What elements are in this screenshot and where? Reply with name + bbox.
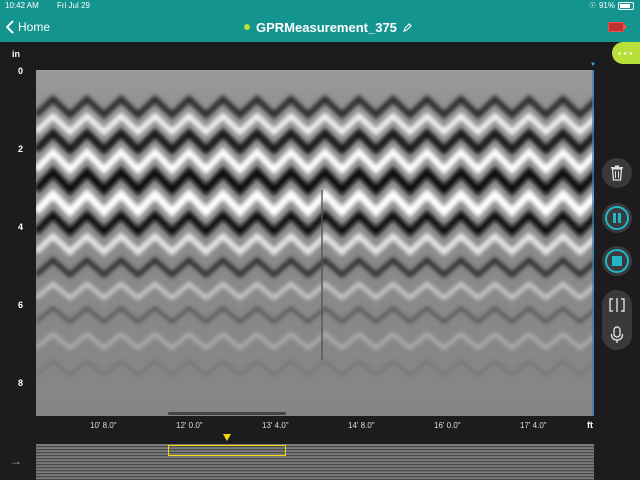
position-cursor-line [592, 70, 594, 416]
y-tick-4: 4 [18, 222, 24, 232]
x-axis-unit: ft [587, 420, 593, 430]
x-tick: 17' 4.0" [520, 421, 547, 430]
overview-view-window[interactable] [168, 445, 286, 456]
recording-status-dot [244, 24, 250, 30]
location-icon: ☉ [588, 1, 596, 10]
radargram-image [36, 70, 594, 416]
x-tick: 13' 4.0" [262, 421, 289, 430]
status-time: 10:42 AM [5, 1, 39, 10]
split-view-icon [609, 298, 625, 312]
arrow-right-icon: → [10, 454, 22, 468]
split-view-button[interactable] [609, 297, 625, 318]
pencil-icon[interactable] [402, 22, 412, 32]
y-tick-2: 2 [18, 144, 24, 154]
stop-button[interactable] [602, 246, 632, 276]
trash-icon [611, 165, 623, 181]
status-bar: 10:42 AM Fri Jul 29 ☉ 91% [0, 0, 640, 12]
voice-note-button[interactable] [610, 326, 624, 349]
overview-strip[interactable] [36, 444, 594, 480]
x-tick: 10' 8.0" [90, 421, 117, 430]
home-label: Home [18, 20, 51, 34]
nav-bar: Home GPRMeasurement_375 [0, 12, 640, 42]
measurement-title[interactable]: GPRMeasurement_375 [244, 18, 412, 36]
x-tick: 16' 0.0" [434, 421, 461, 430]
gpr-radargram[interactable] [36, 70, 594, 416]
tools-group [602, 290, 632, 350]
overview-image [36, 446, 594, 480]
more-menu-button[interactable]: ··· [612, 42, 640, 64]
microphone-icon [610, 326, 624, 343]
chevron-left-icon [6, 20, 14, 34]
status-date: Fri Jul 29 [57, 1, 90, 10]
battery-icon [618, 2, 634, 10]
x-tick: 12' 0.0" [176, 421, 203, 430]
battery-percent: 91% [598, 1, 615, 10]
page-title: GPRMeasurement_375 [256, 19, 397, 35]
status-right: ☉ 91% [589, 0, 634, 12]
ellipsis-icon: ··· [617, 45, 635, 61]
y-tick-8: 8 [18, 378, 24, 388]
position-cursor-marker[interactable]: ▼ [590, 62, 596, 68]
x-tick: 14' 8.0" [348, 421, 375, 430]
y-axis-unit: in [12, 49, 20, 59]
y-tick-6: 6 [18, 300, 24, 310]
home-back-button[interactable]: Home [6, 18, 50, 36]
delete-button[interactable] [602, 158, 632, 188]
stop-icon [605, 249, 629, 273]
pause-button[interactable] [602, 203, 632, 233]
overview-expand-button[interactable]: → [10, 454, 22, 468]
overview-position-marker[interactable] [223, 434, 231, 441]
y-tick-0: 0 [18, 66, 24, 76]
horizontal-scrollbar[interactable] [168, 412, 286, 415]
device-battery-icon [608, 22, 626, 32]
pause-icon [605, 206, 629, 230]
